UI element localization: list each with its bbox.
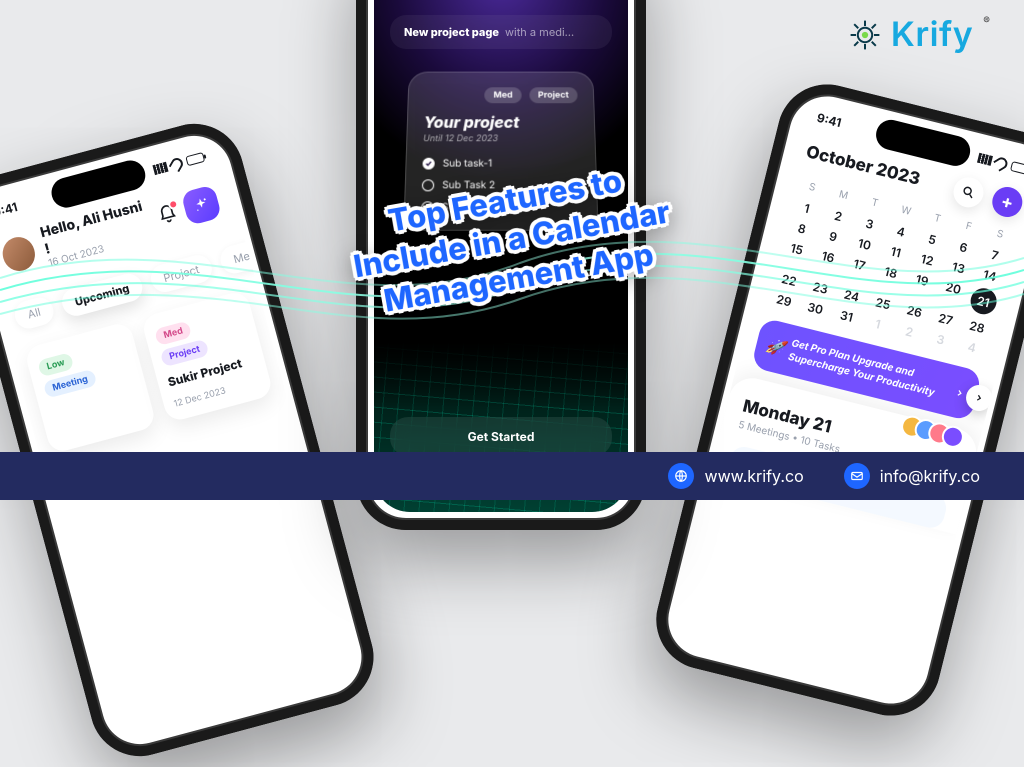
filter-tab-all[interactable]: All bbox=[12, 295, 57, 332]
calendar-day[interactable]: 28 bbox=[960, 316, 995, 338]
avatar[interactable] bbox=[0, 233, 39, 274]
calendar-day[interactable]: 12 bbox=[910, 249, 945, 271]
calendar-day[interactable]: 2 bbox=[892, 320, 927, 342]
calendar-day[interactable]: 8 bbox=[784, 217, 819, 239]
filter-tab-metting[interactable]: Metting bbox=[218, 233, 288, 277]
calendar-day[interactable]: 21 bbox=[965, 285, 1003, 318]
checkbox-empty-icon bbox=[422, 179, 434, 191]
phone-mockup-home: 9:41 Hello, Ali Husni ! 16 Oct 2023 AllU… bbox=[0, 113, 385, 767]
calendar-day[interactable]: 22 bbox=[772, 269, 807, 291]
calendar-day[interactable]: 1 bbox=[861, 313, 896, 335]
priority-chip: Med bbox=[154, 320, 193, 346]
calendar-day[interactable]: 13 bbox=[941, 256, 976, 278]
chevron-right-icon bbox=[954, 387, 966, 399]
calendar-day[interactable]: 30 bbox=[798, 297, 833, 319]
rocket-icon: 🚀 bbox=[764, 335, 787, 359]
ai-sparkle-button[interactable] bbox=[181, 184, 223, 226]
calendar-day[interactable]: 31 bbox=[829, 305, 864, 327]
calendar-day[interactable]: 10 bbox=[847, 233, 882, 255]
add-event-button[interactable]: + bbox=[989, 184, 1024, 220]
calendar-day[interactable]: 23 bbox=[803, 277, 838, 299]
subtask-label: Sub task-1 bbox=[443, 158, 493, 170]
brand-registered: ® bbox=[983, 15, 990, 27]
priority-chip: Med bbox=[485, 87, 522, 103]
calendar-day[interactable]: 25 bbox=[866, 292, 901, 314]
project-card-title: Your project bbox=[423, 113, 578, 132]
footer-bar: www.krify.co info@krify.co bbox=[0, 452, 1024, 500]
calendar-day[interactable]: 11 bbox=[878, 241, 913, 263]
subtask-row[interactable]: Sub task-1 bbox=[422, 158, 579, 170]
footer-website[interactable]: www.krify.co bbox=[668, 463, 803, 489]
card-date: 12 Dec 2023 bbox=[173, 385, 227, 409]
footer-email[interactable]: info@krify.co bbox=[844, 463, 980, 489]
brand-gear-icon bbox=[847, 17, 883, 53]
project-card[interactable]: MedProjectSukir Project12 Dec 2023 bbox=[140, 289, 273, 422]
calendar-day[interactable]: 4 bbox=[954, 336, 989, 358]
calendar-day[interactable]: 24 bbox=[834, 284, 869, 306]
project-card[interactable]: LowMeeting bbox=[24, 321, 157, 454]
onboarding-banner: New project page with a medi… bbox=[390, 15, 612, 49]
mail-icon bbox=[844, 463, 870, 489]
brand-logo: Krify ® bbox=[847, 14, 988, 55]
checkbox-checked-icon bbox=[422, 158, 434, 170]
globe-icon bbox=[668, 463, 694, 489]
get-started-button[interactable]: Get Started bbox=[390, 417, 612, 456]
phone-mockup-calendar: 9:41 October 2023 + SMTWTFS 123456789101… bbox=[646, 74, 1024, 726]
priority-chip: Project bbox=[529, 87, 578, 103]
promo-next-button[interactable] bbox=[963, 382, 995, 414]
calendar-day[interactable]: 14 bbox=[972, 264, 1007, 286]
brand-name: Krify bbox=[891, 14, 973, 55]
calendar-day[interactable]: 3 bbox=[923, 328, 958, 350]
banner-muted: with a medi… bbox=[505, 25, 574, 39]
search-button[interactable] bbox=[950, 174, 986, 210]
calendar-day[interactable]: 26 bbox=[897, 300, 932, 322]
priority-chip: Project bbox=[160, 339, 210, 368]
filter-tab-project[interactable]: Project bbox=[148, 252, 216, 295]
priority-chip: Low bbox=[37, 352, 74, 377]
banner-strong: New project page bbox=[404, 25, 499, 39]
calendar-day[interactable]: 29 bbox=[767, 289, 802, 311]
notifications-button[interactable] bbox=[155, 202, 179, 226]
project-card-subtitle: Until 12 Dec 2023 bbox=[423, 134, 579, 145]
calendar-day[interactable]: 27 bbox=[928, 308, 963, 330]
calendar-day[interactable]: 9 bbox=[816, 225, 851, 247]
